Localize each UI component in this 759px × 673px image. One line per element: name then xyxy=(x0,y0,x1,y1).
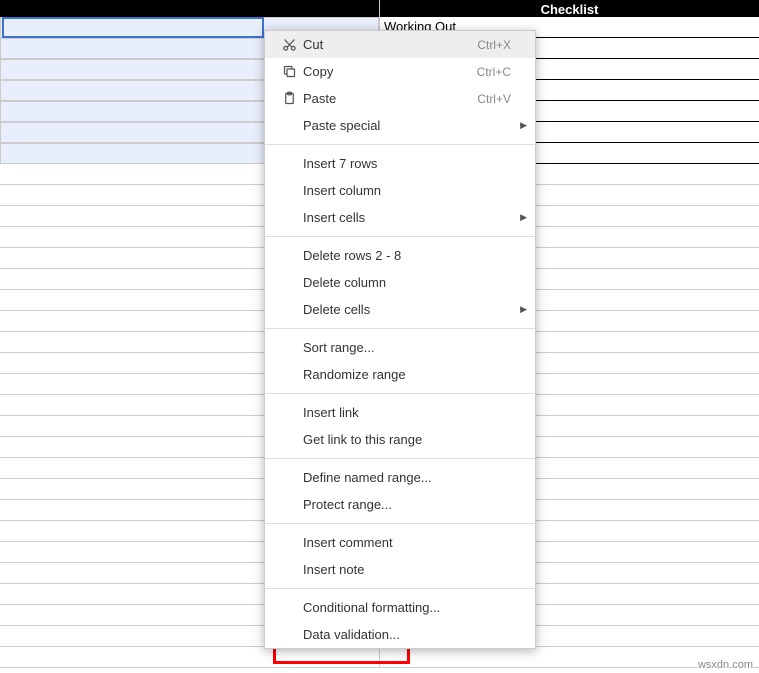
menu-paste[interactable]: Paste Ctrl+V xyxy=(265,85,535,112)
menu-separator xyxy=(265,236,535,237)
menu-label: Protect range... xyxy=(303,497,511,512)
menu-named-range[interactable]: Define named range... xyxy=(265,464,535,491)
menu-label: Paste xyxy=(303,91,477,106)
menu-label: Sort range... xyxy=(303,340,511,355)
menu-label: Insert cells xyxy=(303,210,511,225)
menu-delete-column[interactable]: Delete column xyxy=(265,269,535,296)
chevron-right-icon: ▶ xyxy=(520,304,527,315)
menu-label: Insert comment xyxy=(303,535,511,550)
menu-label: Paste special xyxy=(303,118,511,133)
menu-data-validation[interactable]: Data validation... xyxy=(265,621,535,648)
menu-insert-column[interactable]: Insert column xyxy=(265,177,535,204)
menu-shortcut: Ctrl+V xyxy=(477,92,511,106)
menu-label: Randomize range xyxy=(303,367,511,382)
copy-icon xyxy=(275,64,303,79)
menu-paste-special[interactable]: Paste special ▶ xyxy=(265,112,535,139)
menu-label: Insert link xyxy=(303,405,511,420)
menu-insert-cells[interactable]: Insert cells ▶ xyxy=(265,204,535,231)
menu-label: Insert note xyxy=(303,562,511,577)
header-checklist: Checklist xyxy=(380,0,759,17)
cell-empty[interactable] xyxy=(0,647,379,668)
menu-sort-range[interactable]: Sort range... xyxy=(265,334,535,361)
menu-shortcut: Ctrl+C xyxy=(477,65,511,79)
menu-label: Insert column xyxy=(303,183,511,198)
paste-icon xyxy=(275,91,303,106)
menu-insert-comment[interactable]: Insert comment xyxy=(265,529,535,556)
menu-label: Insert 7 rows xyxy=(303,156,511,171)
chevron-right-icon: ▶ xyxy=(520,212,527,223)
menu-separator xyxy=(265,144,535,145)
menu-label: Conditional formatting... xyxy=(303,600,511,615)
menu-separator xyxy=(265,328,535,329)
watermark: wsxdn.com xyxy=(698,659,753,671)
menu-separator xyxy=(265,523,535,524)
menu-protect-range[interactable]: Protect range... xyxy=(265,491,535,518)
menu-label: Define named range... xyxy=(303,470,511,485)
menu-cut[interactable]: Cut Ctrl+X xyxy=(265,31,535,58)
menu-insert-rows[interactable]: Insert 7 rows xyxy=(265,150,535,177)
menu-insert-note[interactable]: Insert note xyxy=(265,556,535,583)
menu-delete-cells[interactable]: Delete cells ▶ xyxy=(265,296,535,323)
menu-shortcut: Ctrl+X xyxy=(477,38,511,52)
menu-insert-link[interactable]: Insert link xyxy=(265,399,535,426)
menu-copy[interactable]: Copy Ctrl+C xyxy=(265,58,535,85)
menu-delete-rows[interactable]: Delete rows 2 - 8 xyxy=(265,242,535,269)
menu-label: Delete rows 2 - 8 xyxy=(303,248,511,263)
menu-label: Delete column xyxy=(303,275,511,290)
menu-label: Data validation... xyxy=(303,627,511,642)
menu-separator xyxy=(265,588,535,589)
menu-randomize[interactable]: Randomize range xyxy=(265,361,535,388)
menu-label: Copy xyxy=(303,64,477,79)
header-left xyxy=(0,0,379,17)
context-menu: Cut Ctrl+X Copy Ctrl+C Paste Ctrl+V Past… xyxy=(264,30,536,649)
menu-separator xyxy=(265,393,535,394)
menu-label: Get link to this range xyxy=(303,432,511,447)
menu-get-link[interactable]: Get link to this range xyxy=(265,426,535,453)
menu-label: Cut xyxy=(303,37,477,52)
menu-separator xyxy=(265,458,535,459)
menu-label: Delete cells xyxy=(303,302,511,317)
menu-conditional-formatting[interactable]: Conditional formatting... xyxy=(265,594,535,621)
chevron-right-icon: ▶ xyxy=(520,120,527,131)
cut-icon xyxy=(275,37,303,52)
